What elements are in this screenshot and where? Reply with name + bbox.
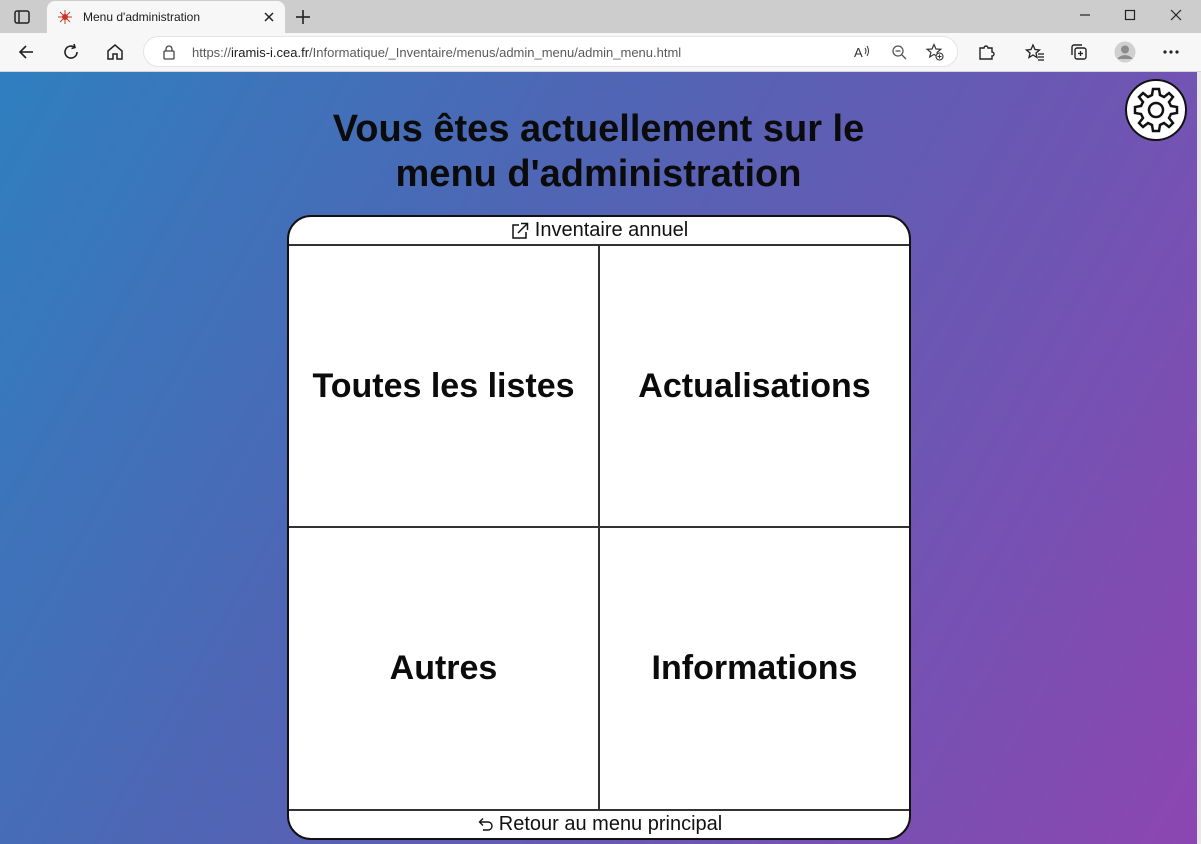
browser-tab-active[interactable]: Menu d'administration bbox=[47, 1, 285, 33]
refresh-button[interactable] bbox=[59, 40, 83, 64]
minimize-button[interactable] bbox=[1062, 0, 1108, 30]
page-title-line-1: Vous êtes actuellement sur le bbox=[332, 108, 865, 150]
tab-actions-button[interactable] bbox=[12, 8, 32, 26]
all-lists-label: Toutes les listes bbox=[312, 366, 575, 405]
svg-text:A: A bbox=[854, 45, 863, 60]
gear-icon bbox=[1133, 87, 1179, 133]
others-tile[interactable]: Autres bbox=[289, 528, 600, 809]
tab-actions-icon bbox=[14, 10, 30, 24]
add-favorite-button[interactable] bbox=[925, 42, 945, 62]
page-title-line-2: menu d'administration bbox=[395, 153, 802, 195]
maximize-button[interactable] bbox=[1107, 0, 1153, 30]
settings-button[interactable] bbox=[1125, 79, 1187, 141]
home-button[interactable] bbox=[103, 40, 127, 64]
back-to-main-menu-label: Retour au menu principal bbox=[498, 813, 723, 835]
admin-menu-panel: Inventaire annuel Toutes les listes Actu… bbox=[287, 215, 911, 840]
tab-strip: Menu d'administration bbox=[0, 0, 1201, 33]
page-title: Vous êtes actuellement sur le menu d'adm… bbox=[250, 107, 947, 197]
refresh-icon bbox=[64, 43, 78, 59]
home-icon bbox=[107, 44, 123, 60]
star-add-icon bbox=[926, 43, 944, 61]
close-window-icon bbox=[1170, 9, 1182, 21]
collections-icon bbox=[1071, 44, 1087, 60]
minimize-icon bbox=[1080, 14, 1090, 16]
back-arrow-icon bbox=[18, 45, 33, 59]
site-favicon-icon bbox=[58, 10, 72, 24]
zoom-out-icon bbox=[892, 45, 907, 60]
zoom-out-button[interactable] bbox=[889, 42, 909, 62]
external-link-icon bbox=[510, 221, 530, 241]
back-button[interactable] bbox=[14, 40, 38, 64]
others-label: Autres bbox=[389, 649, 498, 687]
favorites-icon bbox=[1025, 43, 1044, 61]
favorites-button[interactable] bbox=[1023, 40, 1047, 64]
close-window-button[interactable] bbox=[1153, 0, 1199, 30]
return-arrow-icon bbox=[476, 816, 494, 834]
extensions-button[interactable] bbox=[974, 40, 998, 64]
address-bar[interactable]: https://iramis-i.cea.fr/Informatique/_In… bbox=[143, 36, 958, 67]
lock-icon[interactable] bbox=[162, 44, 176, 60]
more-dots-icon bbox=[1163, 50, 1179, 54]
tab-title: Menu d'administration bbox=[83, 10, 201, 24]
profile-button[interactable] bbox=[1113, 40, 1137, 64]
back-to-main-menu-link[interactable]: Retour au menu principal bbox=[289, 809, 909, 838]
annual-inventory-label: Inventaire annuel bbox=[534, 219, 689, 241]
close-tab-icon[interactable] bbox=[261, 9, 277, 25]
updates-tile[interactable]: Actualisations bbox=[600, 246, 909, 528]
maximize-icon bbox=[1124, 9, 1136, 21]
read-aloud-button[interactable]: A bbox=[853, 42, 873, 62]
settings-more-button[interactable] bbox=[1159, 40, 1183, 64]
page-scrollbar[interactable] bbox=[1197, 72, 1201, 844]
extensions-puzzle-icon bbox=[979, 45, 995, 60]
page-content: Vous êtes actuellement sur le menu d'adm… bbox=[0, 72, 1197, 844]
information-tile[interactable]: Informations bbox=[600, 528, 909, 809]
read-aloud-icon: A bbox=[854, 45, 869, 60]
profile-avatar-icon bbox=[1114, 41, 1136, 63]
all-lists-tile[interactable]: Toutes les listes bbox=[289, 246, 600, 528]
information-label: Informations bbox=[651, 649, 858, 687]
browser-toolbar: https://iramis-i.cea.fr/Informatique/_In… bbox=[0, 33, 1201, 72]
url-text[interactable]: https://iramis-i.cea.fr/Informatique/_In… bbox=[192, 45, 681, 60]
collections-button[interactable] bbox=[1067, 40, 1091, 64]
annual-inventory-link[interactable]: Inventaire annuel bbox=[289, 217, 909, 246]
updates-label: Actualisations bbox=[638, 366, 871, 405]
new-tab-icon[interactable] bbox=[294, 8, 312, 26]
